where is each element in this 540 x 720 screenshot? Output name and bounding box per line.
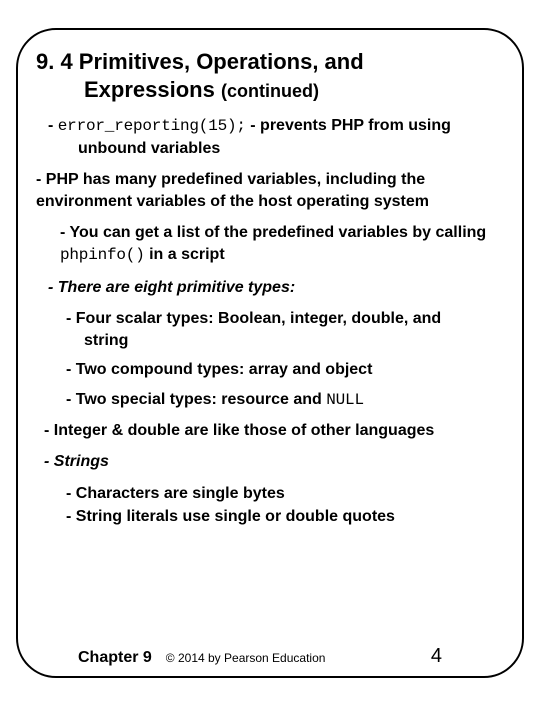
bullet-text: - prevents PHP from using — [246, 117, 451, 134]
title-line-2: Expressions (continued) — [36, 76, 504, 104]
bullet-special-types: - Two special types: resource and NULL — [36, 389, 504, 412]
bullet-error-reporting: - error_reporting(15); - prevents PHP fr… — [36, 115, 504, 159]
bullet-cont-line: unbound variables — [48, 138, 504, 160]
bullet-cont-line: string — [66, 330, 504, 352]
slide-body: - error_reporting(15); - prevents PHP fr… — [36, 115, 504, 528]
bullet-text: - Four scalar types: Boolean, integer, d… — [66, 310, 441, 327]
title-continued: (continued) — [221, 81, 319, 101]
bullet-dash: - — [48, 117, 58, 134]
bullet-text: in a script — [145, 246, 225, 263]
bullet-string-literals: - String literals use single or double q… — [36, 506, 504, 528]
bullet-text: - Two special types: resource and — [66, 391, 326, 408]
bullet-compound-types: - Two compound types: array and object — [36, 359, 504, 381]
code-null: NULL — [326, 391, 364, 409]
bullet-integer-double: - Integer & double are like those of oth… — [36, 420, 504, 442]
bullet-single-bytes: - Characters are single bytes — [36, 483, 504, 505]
code-phpinfo: phpinfo() — [60, 246, 145, 264]
bullet-predefined-vars: - PHP has many predefined variables, inc… — [36, 169, 504, 212]
slide-frame: 9. 4 Primitives, Operations, and Express… — [16, 28, 524, 678]
bullet-text: - You can get a list of the predefined v… — [60, 224, 486, 241]
slide-footer: Chapter 9 © 2014 by Pearson Education 4 — [18, 645, 522, 668]
copyright-text: © 2014 by Pearson Education — [166, 651, 326, 665]
title-word: Expressions — [84, 77, 215, 102]
page-number: 4 — [431, 645, 442, 668]
bullet-primitive-types: - There are eight primitive types: — [36, 277, 504, 299]
title-line-1: 9. 4 Primitives, Operations, and — [36, 48, 504, 76]
bullet-scalar-types: - Four scalar types: Boolean, integer, d… — [36, 308, 504, 351]
code-error-reporting: error_reporting(15); — [58, 117, 246, 135]
chapter-label: Chapter 9 — [78, 649, 152, 667]
bullet-phpinfo: - You can get a list of the predefined v… — [36, 222, 504, 266]
bullet-strings: - Strings — [36, 451, 504, 473]
slide-title: 9. 4 Primitives, Operations, and Express… — [36, 48, 504, 103]
